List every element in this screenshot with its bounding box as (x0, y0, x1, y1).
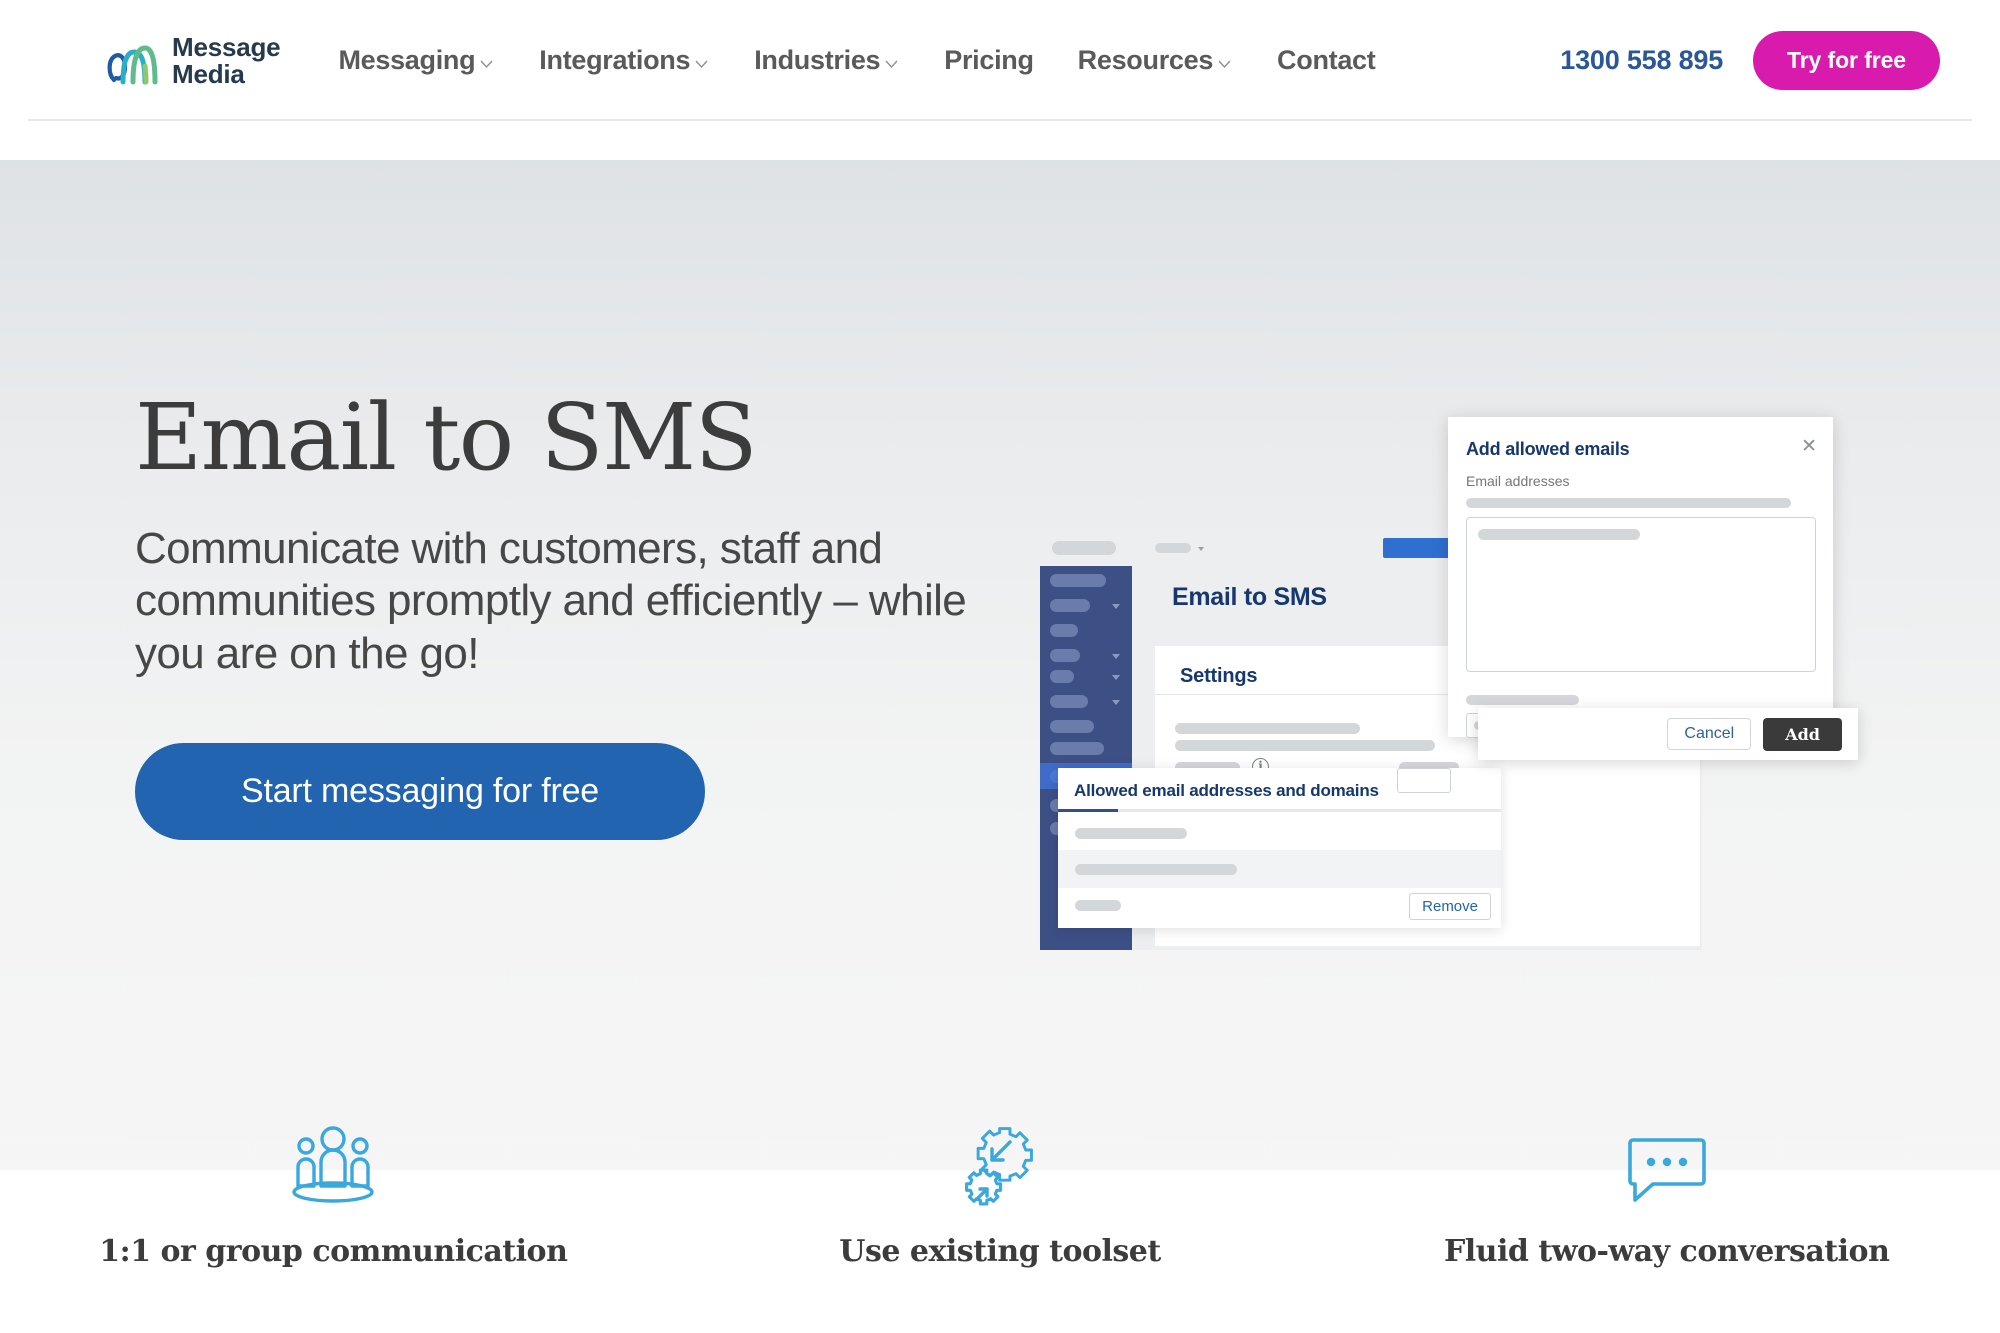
add-allowed-emails-modal: Add allowed emails ✕ Email addresses (1448, 417, 1833, 738)
email-addresses-label: Email addresses (1466, 473, 1570, 489)
page-title: Email to SMS (135, 384, 758, 491)
feature-label: 1:1 or group communication (99, 1234, 568, 1269)
main-navigation: Messaging Integrations Industries Pricin… (338, 45, 1375, 76)
cancel-button[interactable]: Cancel (1667, 718, 1752, 750)
chat-bubble-icon (1621, 1120, 1713, 1212)
illustration-app-title: Email to SMS (1172, 583, 1327, 611)
table-row[interactable] (1058, 814, 1501, 852)
product-screenshot-illustration: Email to SMS Settings i i Allowed email … (1040, 365, 1960, 950)
add-button[interactable]: Add (1763, 717, 1842, 751)
nav-item-pricing[interactable]: Pricing (944, 45, 1034, 76)
nav-label: Contact (1277, 45, 1376, 75)
feature-label: Use existing toolset (839, 1234, 1161, 1269)
site-header: Message Media Messaging Integrations Indu… (0, 0, 2000, 121)
placeholder-bar (1478, 529, 1640, 540)
email-addresses-textarea[interactable] (1466, 517, 1816, 672)
feature-item-two-way-conversation: Fluid two-way conversation (1333, 1120, 2000, 1333)
feature-item-group-communication: 1:1 or group communication (0, 1120, 667, 1333)
placeholder-bar (1466, 498, 1791, 508)
modal-footer: Cancel Add (1478, 708, 1858, 760)
allowed-emails-title: Allowed email addresses and domains (1074, 781, 1379, 800)
feature-item-existing-toolset: Use existing toolset (667, 1120, 1334, 1333)
remove-button[interactable]: Remove (1409, 893, 1491, 920)
modal-title: Add allowed emails (1466, 439, 1630, 459)
allowed-panel-action-button[interactable] (1397, 768, 1451, 793)
brand-name: Message Media (172, 31, 281, 89)
feature-label: Fluid two-way conversation (1443, 1234, 1890, 1269)
settings-heading: Settings (1180, 665, 1258, 687)
chevron-down-icon (1216, 56, 1233, 73)
nav-item-messaging[interactable]: Messaging (338, 45, 495, 76)
close-icon[interactable]: ✕ (1801, 437, 1817, 456)
start-messaging-button[interactable]: Start messaging for free (135, 742, 705, 840)
brand-logo[interactable]: Message Media (100, 30, 281, 92)
chevron-down-icon (693, 56, 710, 73)
nav-label: Pricing (944, 45, 1034, 75)
table-row[interactable]: Remove (1058, 886, 1501, 924)
hero-content: Email to SMS Communicate with customers,… (135, 384, 1055, 840)
page-root: Message Media Messaging Integrations Indu… (0, 0, 2000, 1333)
hero-section: Email to SMS Communicate with customers,… (0, 160, 2000, 1170)
group-people-icon (285, 1120, 381, 1212)
gears-toolset-icon (954, 1120, 1046, 1212)
nav-item-contact[interactable]: Contact (1277, 45, 1376, 76)
header-actions: 1300 558 895 Try for free (1560, 31, 1940, 90)
chevron-down-icon (883, 56, 900, 73)
chevron-down-icon (478, 56, 495, 73)
nav-item-integrations[interactable]: Integrations (539, 45, 710, 76)
nav-label: Resources (1077, 45, 1214, 75)
messagemedia-logo-icon (100, 30, 162, 92)
phone-number-link[interactable]: 1300 558 895 (1560, 45, 1723, 76)
nav-item-industries[interactable]: Industries (754, 45, 900, 76)
app-primary-button[interactable] (1383, 538, 1457, 558)
nav-label: Industries (754, 45, 881, 75)
nav-label: Integrations (539, 45, 691, 75)
feature-highlights: 1:1 or group communication Use existing … (0, 1120, 2000, 1333)
try-for-free-button[interactable]: Try for free (1753, 31, 1940, 90)
tab-underline (1058, 809, 1501, 812)
table-row[interactable] (1058, 850, 1501, 888)
placeholder-bar (1466, 695, 1579, 705)
nav-label: Messaging (338, 45, 476, 75)
hero-subtitle: Communicate with customers, staff and co… (135, 523, 967, 679)
allowed-emails-panel: Allowed email addresses and domains Remo… (1058, 768, 1501, 928)
tab-underline-active (1058, 809, 1118, 812)
nav-item-resources[interactable]: Resources (1078, 45, 1233, 76)
